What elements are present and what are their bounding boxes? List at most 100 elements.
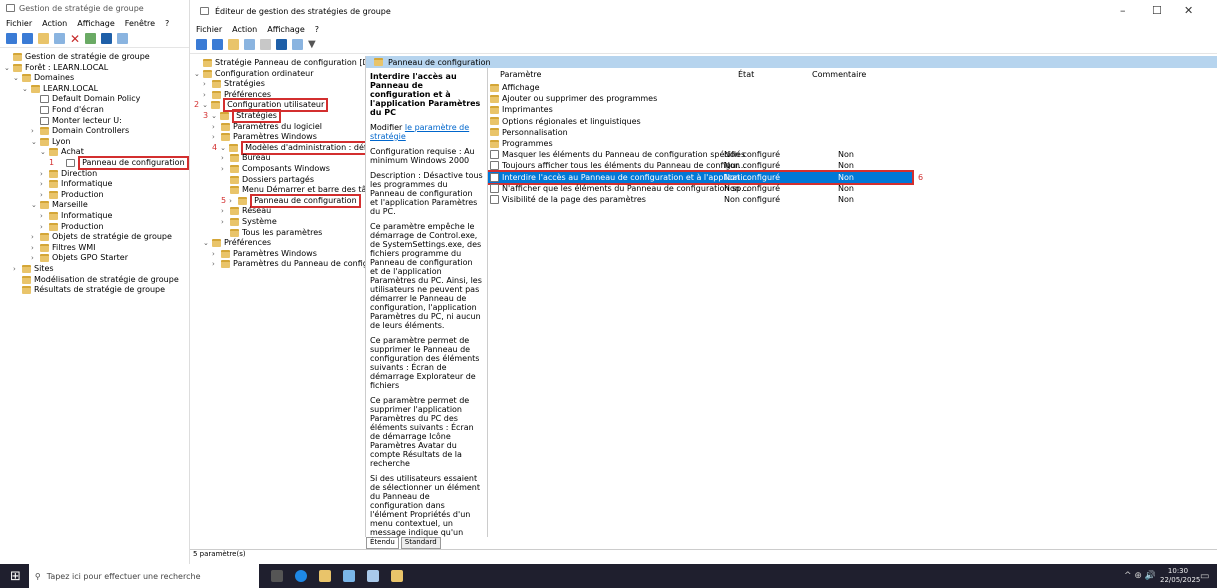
- expand-caret-icon[interactable]: ›: [221, 206, 227, 216]
- expand-caret-icon[interactable]: ›: [212, 249, 218, 259]
- delete-icon[interactable]: ✕: [70, 32, 80, 46]
- expand-caret-icon[interactable]: ⌄: [31, 200, 37, 210]
- gpmc-menu-affichage[interactable]: Affichage: [77, 19, 115, 28]
- back-tree-node[interactable]: › Direction: [40, 169, 97, 179]
- expand-caret-icon[interactable]: ⌄: [4, 63, 10, 73]
- server-manager-icon[interactable]: [342, 570, 355, 582]
- setting-row[interactable]: Imprimantes: [488, 104, 1217, 115]
- back-tree-node[interactable]: › Informatique: [40, 179, 112, 189]
- setting-row[interactable]: Interdire l'accès au Panneau de configur…: [488, 169, 923, 185]
- front-tree-node[interactable]: › Paramètres Windows: [212, 249, 317, 259]
- setting-row[interactable]: Personnalisation: [488, 127, 1217, 138]
- setting-row[interactable]: Programmes: [488, 138, 1217, 149]
- back-tree-node[interactable]: Gestion de stratégie de groupe: [4, 52, 150, 62]
- expand-caret-icon[interactable]: ›: [221, 153, 227, 163]
- task-view-icon[interactable]: [270, 570, 283, 582]
- expand-caret-icon[interactable]: ›: [212, 122, 218, 132]
- back-tree-node[interactable]: › Objets de stratégie de groupe: [31, 232, 172, 242]
- expand-caret-icon[interactable]: ›: [31, 232, 37, 242]
- expand-caret-icon[interactable]: ⌄: [203, 238, 209, 248]
- refresh-icon[interactable]: [85, 33, 97, 44]
- back-tree-node[interactable]: › Objets GPO Starter: [31, 253, 128, 263]
- back-tree-node[interactable]: ⌄ Lyon: [31, 137, 70, 147]
- setting-row[interactable]: N'afficher que les éléments du Panneau d…: [488, 183, 1217, 194]
- close-button[interactable]: ✕: [1184, 4, 1193, 17]
- back-tree-node[interactable]: › Filtres WMI: [31, 243, 96, 253]
- expand-caret-icon[interactable]: ›: [40, 179, 46, 189]
- back-tree-node[interactable]: Fond d'écran: [31, 105, 104, 115]
- filter-icon[interactable]: ▼: [308, 39, 316, 50]
- front-tree-node[interactable]: Dossiers partagés: [221, 175, 314, 185]
- front-tree-node[interactable]: › Stratégies: [203, 79, 265, 89]
- show-hide-tree-icon[interactable]: [54, 33, 65, 44]
- forward-arrow-icon[interactable]: [212, 39, 223, 50]
- front-tree-node[interactable]: 3 ⌄ Stratégies: [203, 109, 281, 123]
- back-tree-node[interactable]: › Domain Controllers: [31, 126, 129, 136]
- back-tree-node[interactable]: ⌄ Forêt : LEARN.LOCAL: [4, 63, 108, 73]
- back-tree-node[interactable]: ⌄ Marseille: [31, 200, 88, 210]
- expand-caret-icon[interactable]: ⌄: [194, 69, 200, 79]
- expand-caret-icon[interactable]: ›: [40, 211, 46, 221]
- edge-icon[interactable]: [294, 570, 307, 582]
- file-explorer-icon[interactable]: [318, 570, 331, 582]
- back-tree-node[interactable]: Modélisation de stratégie de groupe: [13, 275, 179, 285]
- expand-caret-icon[interactable]: ›: [203, 90, 209, 100]
- system-tray-icons[interactable]: ^ ⊕ 🔊: [1124, 571, 1156, 581]
- back-arrow-icon[interactable]: [196, 39, 207, 50]
- back-tree-node[interactable]: ⌄ LEARN.LOCAL: [22, 84, 98, 94]
- help-icon[interactable]: [276, 39, 287, 50]
- folder-up-icon[interactable]: [38, 33, 49, 44]
- gpmc-menu-fichier[interactable]: Fichier: [6, 19, 32, 28]
- gpme-menu-affichage[interactable]: Affichage: [267, 25, 305, 34]
- expand-caret-icon[interactable]: ›: [13, 264, 19, 274]
- front-tree-node[interactable]: 4 ⌄ Modèles d'administration : définit: [212, 140, 365, 155]
- gpme-taskbar-icon[interactable]: [390, 570, 403, 582]
- front-tree-node[interactable]: › Bureau: [221, 153, 271, 163]
- gpmc-menu-fenetre[interactable]: Fenêtre: [125, 19, 155, 28]
- back-tree-node[interactable]: › Sites: [13, 264, 54, 274]
- expand-caret-icon[interactable]: ›: [221, 217, 227, 227]
- gpmc-menu-action[interactable]: Action: [42, 19, 67, 28]
- expand-caret-icon[interactable]: ⌄: [40, 147, 46, 157]
- column-state[interactable]: État: [738, 70, 754, 79]
- front-tree-node[interactable]: Stratégie Panneau de configuration [DC1.…: [194, 58, 365, 68]
- folder-up-icon[interactable]: [228, 39, 239, 50]
- gpmc-taskbar-icon[interactable]: [366, 570, 379, 582]
- setting-row[interactable]: Visibilité de la page des paramètres Non …: [488, 194, 1217, 205]
- back-tree-node[interactable]: Default Domain Policy: [31, 94, 140, 104]
- back-tree-node[interactable]: › Production: [40, 190, 104, 200]
- front-tree-node[interactable]: ⌄ Préférences: [203, 238, 271, 248]
- notification-icon[interactable]: ▭: [1200, 571, 1209, 582]
- gpme-menu-help[interactable]: ?: [315, 25, 319, 34]
- setting-row[interactable]: Ajouter ou supprimer des programmes: [488, 93, 1217, 104]
- expand-caret-icon[interactable]: ›: [203, 79, 209, 89]
- back-arrow-icon[interactable]: [6, 33, 17, 44]
- expand-caret-icon[interactable]: ›: [212, 259, 218, 269]
- back-tree-node[interactable]: ⌄ Domaines: [13, 73, 74, 83]
- back-tree-node[interactable]: Résultats de stratégie de groupe: [13, 285, 165, 295]
- expand-caret-icon[interactable]: ›: [31, 126, 37, 136]
- column-comment[interactable]: Commentaire: [812, 70, 866, 79]
- show-hide-tree-icon[interactable]: [244, 39, 255, 50]
- forward-arrow-icon[interactable]: [22, 33, 33, 44]
- front-tree-node[interactable]: › Composants Windows: [221, 164, 330, 174]
- front-tree-node[interactable]: 5 › Panneau de configuration: [221, 193, 361, 208]
- front-tree-node[interactable]: › Paramètres du logiciel: [212, 122, 322, 132]
- tab-standard[interactable]: Standard: [400, 537, 441, 549]
- expand-caret-icon[interactable]: ›: [31, 253, 37, 263]
- taskbar-search[interactable]: ⚲ Tapez ici pour effectuer une recherche: [28, 564, 259, 588]
- windows-start-icon[interactable]: ⊞: [10, 569, 21, 584]
- help-icon[interactable]: [101, 33, 113, 44]
- expand-caret-icon[interactable]: ⌄: [31, 137, 37, 147]
- expand-caret-icon[interactable]: ›: [212, 132, 218, 142]
- expand-caret-icon[interactable]: ›: [31, 243, 37, 253]
- properties-icon[interactable]: [292, 39, 303, 50]
- properties-icon[interactable]: [117, 33, 129, 44]
- back-tree-node[interactable]: 1 Panneau de configuration: [49, 156, 189, 170]
- expand-caret-icon[interactable]: ⌄: [22, 84, 28, 94]
- expand-caret-icon[interactable]: ⌄: [211, 111, 217, 121]
- front-tree-node[interactable]: › Paramètres du Panneau de config: [212, 259, 365, 269]
- minimize-button[interactable]: –: [1120, 4, 1126, 17]
- setting-row[interactable]: Options régionales et linguistiques: [488, 116, 1217, 127]
- back-tree-node[interactable]: Monter lecteur U:: [31, 116, 122, 126]
